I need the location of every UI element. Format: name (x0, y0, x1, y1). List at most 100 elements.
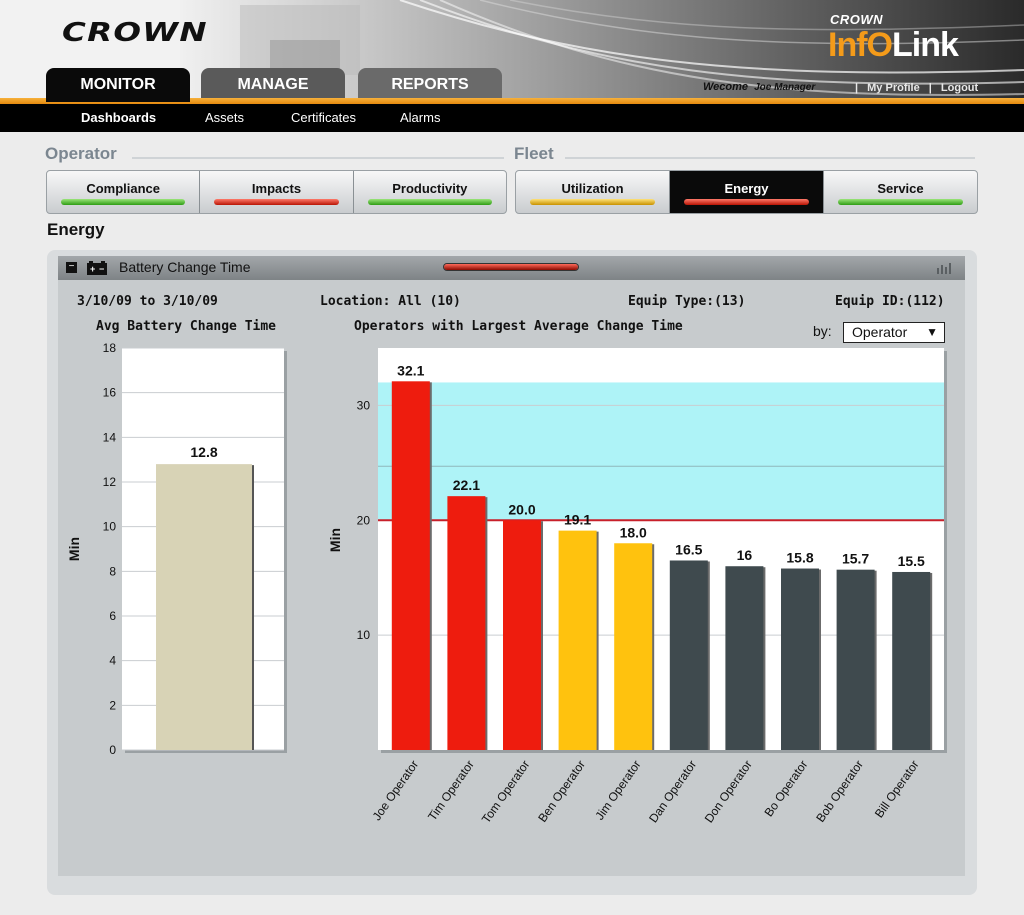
y-tick-label: 4 (109, 654, 116, 668)
y-tick-label: 8 (109, 564, 116, 578)
subnav-alarms[interactable]: Alarms (400, 110, 440, 125)
separator: | (928, 82, 932, 94)
data-label: 16 (737, 547, 753, 563)
page-title: Energy (47, 220, 105, 239)
sub-navigation: Dashboards Assets Certificates Alarms (0, 104, 1024, 132)
infolink-logo-link: Link (892, 26, 959, 64)
data-label: 12.8 (190, 444, 217, 460)
data-label: 19.1 (564, 512, 591, 528)
battery-icon: + − (87, 261, 107, 275)
welcome-message: Wecome Joe Manager (703, 81, 815, 93)
svg-text:−: − (99, 264, 104, 274)
tab-utilization[interactable]: Utilization (516, 171, 670, 213)
collapse-icon[interactable]: − (66, 262, 77, 273)
x-tick-label: Don Operator (702, 758, 755, 826)
bar (836, 569, 875, 750)
status-indicator-yellow (530, 199, 655, 205)
tab-service[interactable]: Service (824, 171, 977, 213)
x-tick-label: Bo Operator (761, 758, 810, 820)
battery-panel-header: − + − Battery Change Time (58, 256, 965, 280)
tab-energy[interactable]: Energy (670, 171, 824, 213)
x-tick-label: Tom Operator (479, 758, 533, 826)
bar (725, 566, 764, 750)
bar (781, 568, 819, 750)
bar (391, 381, 430, 750)
tab-service-label: Service (877, 181, 924, 196)
equip-type-filter: Equip Type:(13) (628, 294, 746, 309)
subnav-dashboards[interactable]: Dashboards (81, 110, 156, 125)
data-label: 22.1 (453, 477, 480, 493)
tab-reports[interactable]: REPORTS (358, 68, 502, 102)
data-label: 15.5 (898, 553, 925, 569)
status-indicator-red (214, 199, 339, 205)
data-label: 15.7 (842, 551, 869, 567)
bar (669, 560, 708, 750)
tab-impacts-label: Impacts (251, 181, 302, 196)
operator-section-title: Operator (45, 144, 117, 163)
group-by-label: by: (813, 323, 832, 339)
status-indicator-green (367, 199, 492, 205)
operators-chart: 10 20 30 Min 32.1 Joe Operator 22.1 Tim Operato… (327, 348, 947, 826)
data-label: 16.5 (675, 541, 702, 557)
y-tick-label: 12 (103, 475, 117, 489)
tab-impacts[interactable]: Impacts (200, 171, 354, 213)
y-tick-label: 2 (109, 698, 116, 712)
tab-compliance-label: Compliance (86, 181, 160, 196)
infolink-logo: InfOLink (828, 26, 959, 65)
tab-monitor[interactable]: MONITOR (46, 68, 190, 102)
bar (503, 520, 541, 750)
welcome-label: Wecome (703, 81, 749, 93)
x-tick-label: Bill Operator (872, 758, 922, 821)
x-tick-label: Joe Operator (370, 758, 422, 823)
fleet-section-title: Fleet (514, 144, 554, 163)
x-tick-label: Tim Operator (425, 758, 477, 824)
equip-id-filter: Equip ID:(112) (835, 294, 945, 309)
tab-energy-label: Energy (724, 181, 769, 196)
logout-link[interactable]: Logout (941, 82, 978, 94)
date-range: 3/10/09 to 3/10/09 (77, 294, 218, 309)
tab-productivity-label: Productivity (392, 181, 468, 196)
infolink-logo-o: O (866, 26, 893, 64)
operator-tab-group: Compliance Impacts Productivity (46, 170, 507, 214)
bar (447, 496, 486, 750)
subnav-assets[interactable]: Assets (205, 110, 244, 125)
crown-logo[interactable]: CROWN (62, 18, 208, 48)
y-tick-label: 18 (103, 341, 117, 355)
infolink-logo-info: Inf (828, 26, 868, 64)
panel-title: Battery Change Time (119, 259, 251, 275)
y-tick-label: 10 (357, 628, 371, 642)
y-tick-label: 30 (357, 398, 371, 412)
data-label: 18.0 (620, 524, 647, 540)
my-profile-link[interactable]: My Profile (867, 82, 920, 94)
x-tick-label: Bob Operator (813, 758, 866, 825)
tab-productivity[interactable]: Productivity (354, 171, 506, 213)
x-tick-label: Dan Operator (646, 758, 699, 826)
location-filter: Location: All (10) (320, 294, 461, 309)
operator-section-divider (132, 157, 504, 159)
y-tick-label: 0 (109, 743, 116, 757)
svg-text:+: + (90, 264, 95, 274)
bar (892, 571, 931, 750)
tab-compliance[interactable]: Compliance (47, 171, 201, 213)
chart-view-icon[interactable] (936, 262, 952, 274)
status-indicator-green (61, 199, 186, 205)
status-indicator-red (444, 264, 578, 270)
y-axis-label: Min (66, 537, 82, 561)
status-indicator-red (684, 199, 809, 205)
operators-chart-title: Operators with Largest Average Change Ti… (354, 319, 683, 334)
bar (558, 530, 597, 750)
fleet-section-divider (565, 157, 975, 159)
fleet-tab-group: Utilization Energy Service (515, 170, 978, 214)
separator: | (855, 82, 859, 94)
status-indicator-green (838, 199, 963, 205)
y-axis-label: Min (327, 528, 343, 552)
bar (614, 543, 653, 750)
data-label: 15.8 (786, 550, 813, 566)
y-tick-label: 14 (103, 430, 117, 444)
subnav-certificates[interactable]: Certificates (291, 110, 356, 125)
tab-manage[interactable]: MANAGE (201, 68, 345, 102)
y-tick-label: 10 (103, 520, 117, 534)
bar (156, 464, 252, 750)
y-tick-label: 20 (357, 513, 371, 527)
y-tick-label: 16 (103, 386, 117, 400)
